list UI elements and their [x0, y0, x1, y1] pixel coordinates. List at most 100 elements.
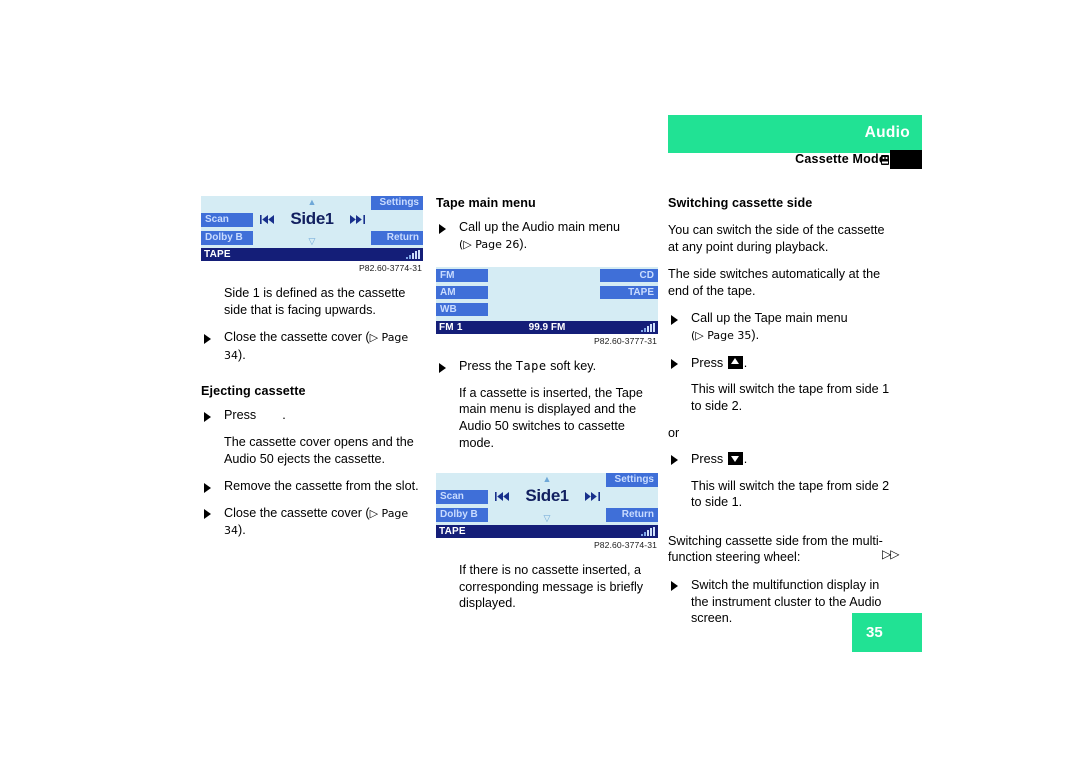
radio-frequency-label: 99.9 FM: [528, 322, 566, 334]
column-one: ▲ ▽ Scan Dolby B Settings Return Side1 T…: [201, 196, 423, 550]
col1-bullet-remove-cassette: Remove the cassette from the slot.: [201, 478, 423, 495]
manual-page: Audio Cassette Mode ▲ ▽ Scan Dolby B Set…: [0, 0, 1080, 763]
col2-bullet-call-audio-menu: Call up the Audio main menu (▷ Page 26).: [436, 219, 658, 253]
col3-bullet-call-tape-menu: Call up the Tape main menu (▷ Page 35).: [668, 310, 890, 344]
col3-paragraph-2: The side switches automatically at the e…: [668, 267, 881, 298]
section-marker-icon: [881, 154, 889, 167]
softkey-settings[interactable]: Settings: [371, 196, 423, 210]
bullet-triangle-icon: [439, 223, 446, 234]
bullet-triangle-icon: [204, 411, 211, 422]
page-reference[interactable]: (▷ Page 26: [459, 238, 519, 251]
softkey-return[interactable]: Return: [606, 508, 658, 523]
softkey-dolby-b[interactable]: Dolby B: [201, 231, 253, 245]
header-section-label: Cassette Mode: [795, 152, 886, 166]
display-side-title: Side1: [436, 486, 658, 506]
radio-display-screen: FM AM WB CD TAPE: [436, 267, 658, 322]
display-side-title: Side1: [201, 209, 423, 229]
bullet-triangle-icon: [671, 359, 678, 370]
col1-bullet1-post: ).: [238, 347, 246, 362]
col3-paragraph-5: Switching cassette side from the multi-f…: [668, 533, 883, 565]
radio-status-bar: FM 1 99.9 FM: [436, 321, 658, 335]
col1-bullet2-post: .: [282, 408, 286, 423]
col2-paragraph-2: If there is no cassette inserted, a corr…: [459, 563, 644, 611]
header-brand-label: Audio: [864, 124, 910, 141]
display-status-bar: TAPE: [436, 525, 658, 539]
display-level-meter-icon: [641, 527, 655, 537]
col2-bullet1-text: Call up the Audio main menu: [459, 220, 621, 234]
col2-paragraph-1: If a cassette is inserted, the Tape main…: [459, 385, 643, 450]
col3-paragraph-4: This will switch the tape from side 2 to…: [691, 478, 890, 510]
softkey-tape[interactable]: TAPE: [600, 286, 658, 300]
display-level-meter-icon: [406, 250, 420, 259]
display-screen: ▲ ▽ Scan Dolby B Settings Return Side1: [436, 473, 658, 526]
display-side-number: 1: [325, 211, 334, 228]
softkey-cd[interactable]: CD: [600, 269, 658, 283]
softkey-wb[interactable]: WB: [436, 303, 488, 317]
display-screen: ▲ ▽ Scan Dolby B Settings Return Side1: [201, 196, 423, 248]
col3-paragraph-3: This will switch the tape from side 1 to…: [691, 382, 890, 413]
bullet-triangle-icon: [671, 581, 678, 592]
col2-bullet1-post: ).: [519, 236, 528, 251]
display-status-bar: TAPE: [201, 248, 423, 261]
column-three: Switching cassette side You can switch t…: [668, 196, 890, 637]
col3-bullet-press-up: Press .: [668, 355, 890, 372]
down-arrow-key-icon[interactable]: [727, 451, 743, 465]
display-arrow-up-icon: ▲: [307, 197, 317, 207]
section-marker-box: [890, 150, 922, 169]
figure-caption-3: P82.60-3774-31: [593, 540, 657, 551]
col3-paragraph-1: You can switch the side of the cassette …: [668, 223, 885, 254]
cassette-glyph-icon: [881, 155, 889, 165]
softkey-dolby-b[interactable]: Dolby B: [436, 508, 488, 523]
col1-bullet4-text: Close the cassette cover (: [224, 505, 370, 520]
bullet-triangle-icon: [439, 362, 446, 373]
page-number-label: 35: [866, 624, 883, 641]
col3-bullet1-text: Call up the Tape main menu: [691, 311, 848, 326]
display-arrow-down-icon: ▽: [308, 236, 316, 246]
col1-bullet-close-cover-2: Close the cassette cover (▷ Page 34).: [201, 505, 423, 540]
page-number-badge: 35: [852, 613, 922, 652]
radio-level-meter-icon: [641, 323, 655, 333]
continuation-marker: ▷▷: [882, 547, 899, 561]
col2-bullet-press-tape: Press the Tape soft key.: [436, 358, 658, 375]
col2-heading-tape-main-menu: Tape main menu: [436, 196, 536, 210]
radio-display-mock: FM AM WB CD TAPE FM 1 99.9 FM: [436, 267, 658, 335]
bullet-triangle-icon: [204, 509, 211, 520]
softkey-am[interactable]: AM: [436, 286, 488, 300]
softkey-return[interactable]: Return: [371, 231, 423, 245]
display-side-number: 1: [560, 488, 569, 506]
col1-heading-ejecting: Ejecting cassette: [201, 384, 306, 399]
cassette-display-mock-2: ▲ ▽ Scan Dolby B Settings Return Side1 T…: [436, 473, 658, 539]
col3-bullet-press-down: Press .: [668, 451, 890, 468]
col1-bullet3-text: Remove the cassette from the slot.: [224, 479, 419, 494]
col3-bullet3-post: .: [743, 451, 748, 466]
figure-caption-2: P82.60-3777-31: [593, 336, 657, 347]
cassette-display-mock-1: ▲ ▽ Scan Dolby B Settings Return Side1 T…: [201, 196, 423, 261]
col2-bullet2-pre: Press the: [459, 359, 513, 374]
header-subsection: Cassette Mode: [668, 150, 922, 170]
col2-bullet2-post: soft key.: [550, 359, 597, 374]
bullet-triangle-icon: [671, 314, 678, 325]
display-source-label: TAPE: [439, 526, 466, 538]
col1-paragraph-2: The cassette cover opens and the Audio 5…: [224, 434, 414, 466]
col1-bullet2-text: Press: [224, 408, 257, 423]
col3-bullet3-pre: Press: [691, 451, 724, 466]
col3-or-label: or: [668, 426, 680, 441]
figure-caption-1: P82.60-3774-31: [358, 263, 422, 273]
softkey-settings[interactable]: Settings: [606, 473, 658, 488]
bullet-triangle-icon: [204, 333, 211, 344]
col1-bullet1-text: Close the cassette cover (: [224, 330, 370, 345]
col1-bullet-close-cover: Close the cassette cover (▷ Page 34).: [201, 329, 423, 364]
header-banner: Audio: [668, 115, 922, 153]
display-arrow-up-icon: ▲: [542, 474, 552, 485]
col3-bullet2-post: .: [743, 355, 748, 370]
display-arrow-down-icon: ▽: [543, 513, 551, 524]
col3-heading-switching-side: Switching cassette side: [668, 196, 813, 210]
col3-bullet1-post: ).: [751, 327, 760, 342]
page-reference[interactable]: (▷ Page 35: [691, 329, 751, 342]
col3-bullet2-pre: Press: [691, 355, 724, 370]
up-arrow-key-icon[interactable]: [727, 355, 743, 369]
tape-softkey-label[interactable]: Tape: [516, 359, 547, 373]
softkey-fm[interactable]: FM: [436, 269, 488, 283]
col1-bullet4-post: ).: [238, 523, 246, 538]
display-source-label: TAPE: [204, 249, 231, 260]
